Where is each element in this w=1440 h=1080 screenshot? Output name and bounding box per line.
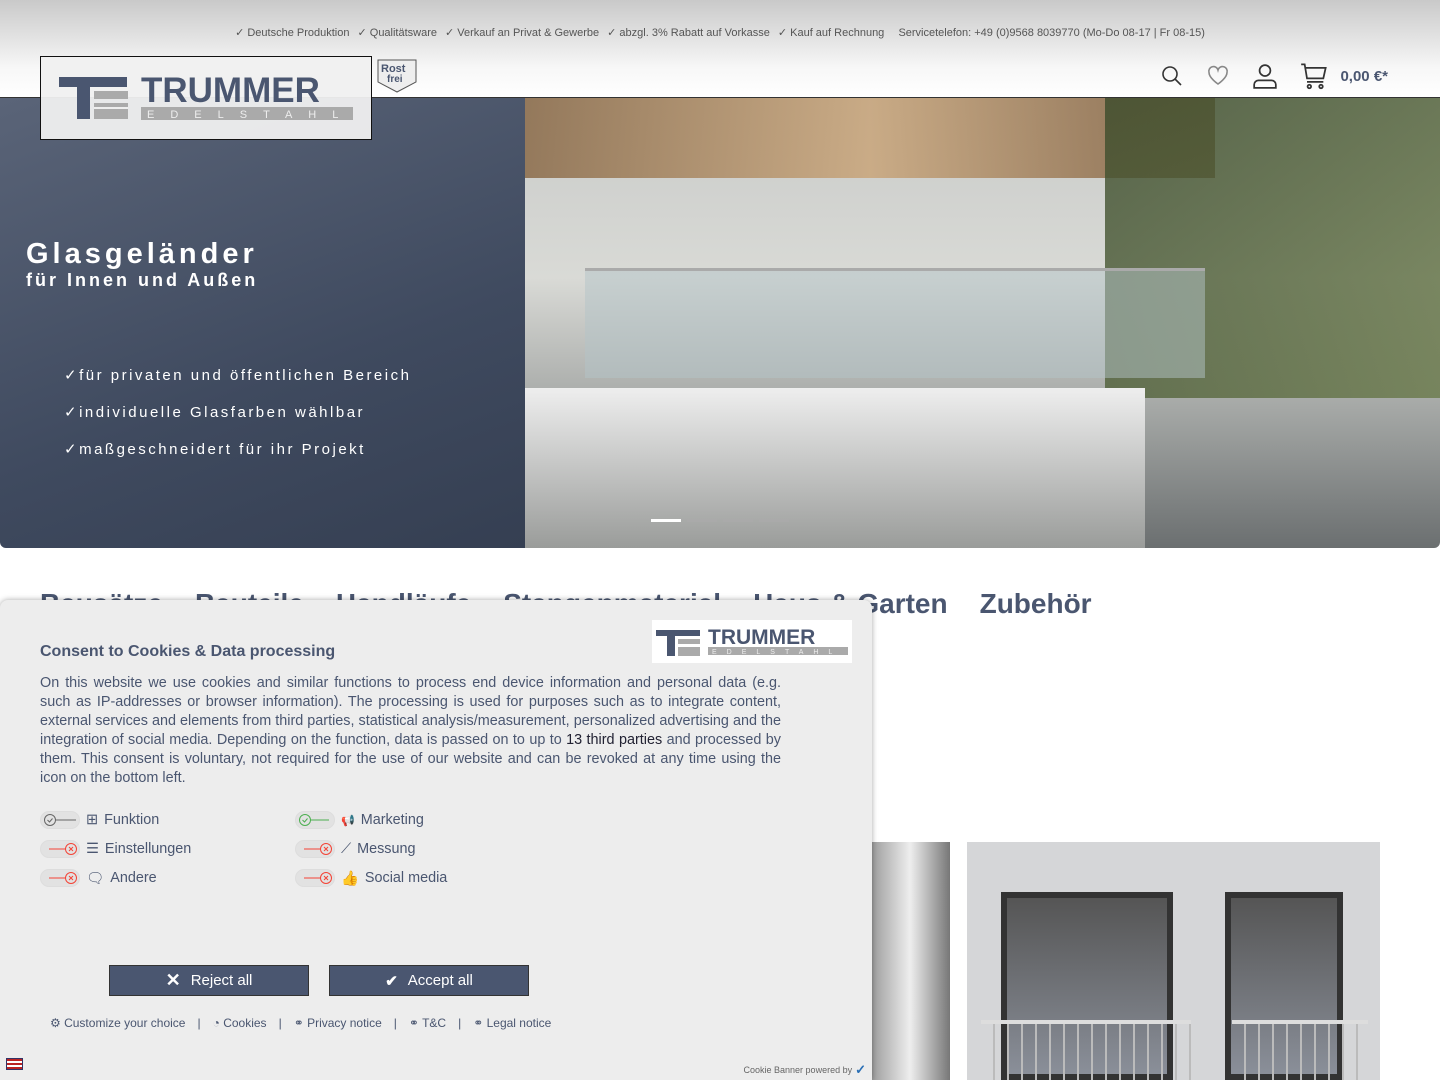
product-image[interactable] [870, 842, 950, 1080]
hero-bullet: ✓maßgeschneidert für ihr Projekt [64, 441, 366, 458]
usp-bar: ✓ Deutsche Produktion ✓ Qualitätsware ✓ Ve… [0, 26, 1440, 39]
search-icon[interactable] [1160, 64, 1184, 88]
close-icon: ✕ [165, 970, 181, 990]
hero-bullet: ✓individuelle Glasfarben wählbar [64, 404, 366, 421]
consent-logo: TRUMMER EDELSTAHL [652, 620, 852, 663]
toggle-marketing[interactable]: 📢 Marketing [295, 811, 424, 829]
third-parties-link[interactable]: 13 third parties [566, 732, 662, 748]
cookie-consent-dialog: Consent to Cookies & Data processing TRU… [0, 600, 872, 1080]
rostfrei-badge: Rostfrei [377, 59, 417, 93]
svg-text:EDELSTAHL: EDELSTAHL [712, 649, 842, 656]
checkmark-logo-icon: ✓ [855, 1062, 866, 1077]
cart-total: 0,00 €* [1340, 67, 1388, 85]
usp: ✓ Kauf auf Rechnung [777, 27, 885, 39]
hero-text-panel: Glasgeländer für Innen und Außen ✓für pr… [0, 98, 525, 548]
svg-text:TRUMMER: TRUMMER [708, 626, 815, 649]
toggle-andere[interactable]: 🗨 Andere [40, 869, 157, 887]
language-flag-icon[interactable] [6, 1058, 23, 1070]
hero-subtitle: für Innen und Außen [26, 270, 259, 290]
usp: ✓ Deutsche Produktion [235, 27, 350, 39]
usp: ✓ Verkauf an Privat & Gewerbe [445, 27, 600, 39]
toggle-funktion[interactable]: ⊞ Funktion [40, 811, 159, 829]
logo[interactable]: TRUMMER EDELSTAHL [40, 56, 372, 140]
check-icon: ✔ [385, 972, 398, 990]
chat-icon: 🗨 [86, 870, 105, 887]
slide-dot[interactable] [687, 519, 717, 522]
usp: ✓ abzgl. 3% Rabatt auf Vorkasse [607, 27, 770, 39]
consent-links: ⚙ Customize your choice | ◔ Cookies | ⚭ Pr… [50, 1016, 552, 1030]
slider-dots [651, 519, 789, 522]
svg-text:frei: frei [387, 74, 403, 85]
slide-dot[interactable] [651, 519, 681, 522]
heart-icon[interactable] [1206, 64, 1230, 88]
service-phone: Servicetelefon: +49 (0)9568 8039770 (Mo-… [898, 27, 1205, 39]
hero-title: Glasgeländer [26, 238, 258, 270]
cookies-link[interactable]: ◔ Cookies [213, 1016, 267, 1030]
reject-all-button[interactable]: ✕ Reject all [109, 965, 309, 996]
powered-by: Cookie Banner powered by ✓ [743, 1062, 866, 1077]
consent-title: Consent to Cookies & Data processing [40, 643, 336, 660]
hero-bullet: ✓für privaten und öffentlichen Bereich [64, 367, 412, 384]
user-icon[interactable] [1252, 63, 1278, 89]
grid-icon: ⊞ [86, 812, 99, 828]
hero-slider[interactable]: Glasgeländer für Innen und Außen ✓für pr… [0, 98, 1440, 548]
thumbs-up-icon: 👍 [341, 870, 359, 887]
svg-text:EDELSTAHL: EDELSTAHL [147, 109, 354, 121]
tc-link[interactable]: ⚭ T&C [409, 1016, 446, 1030]
slide-dot[interactable] [723, 519, 753, 522]
usp: ✓ Qualitätsware [357, 27, 438, 39]
product-image[interactable] [967, 842, 1380, 1080]
sliders-icon: ☰ [86, 841, 99, 857]
hero-image [525, 98, 1440, 548]
consent-text: On this website we use cookies and simil… [40, 675, 781, 786]
toggle-messung[interactable]: ⟋ Messung [295, 840, 415, 858]
slide-dot[interactable] [759, 519, 789, 522]
toggle-einstellungen[interactable]: ☰ Einstellungen [40, 840, 191, 858]
cart-icon [1301, 63, 1328, 90]
svg-text:TRUMMER: TRUMMER [141, 71, 320, 110]
accept-all-button[interactable]: ✔ Accept all [329, 965, 529, 996]
privacy-link[interactable]: ⚭ Privacy notice [294, 1016, 382, 1030]
legal-link[interactable]: ⚭ Legal notice [473, 1016, 551, 1030]
chart-icon: ⟋ [341, 841, 352, 857]
toggle-social-media[interactable]: 👍 Social media [295, 869, 447, 887]
nav-item[interactable]: Zubehör [980, 588, 1092, 620]
cart-button[interactable]: 0,00 €* [1300, 62, 1388, 90]
customize-link[interactable]: ⚙ Customize your choice [50, 1016, 185, 1030]
megaphone-icon: 📢 [341, 814, 355, 827]
